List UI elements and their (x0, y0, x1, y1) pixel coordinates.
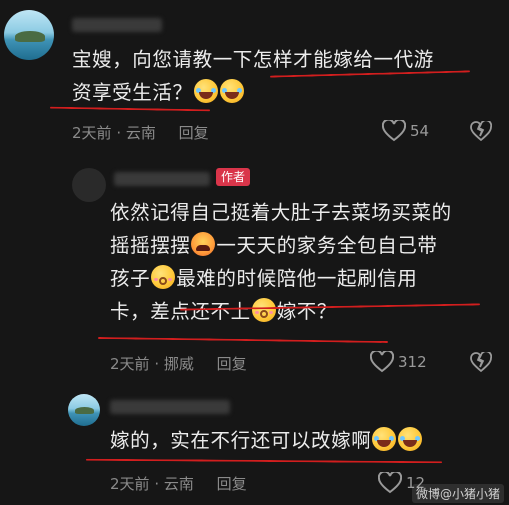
author-badge: 作者 (216, 168, 251, 186)
laughing-crying-emoji (219, 79, 244, 103)
avatar-landscape (15, 31, 45, 42)
laughing-crying-emoji (193, 79, 218, 103)
blurred-username[interactable] (114, 172, 210, 186)
author-avatar[interactable] (72, 168, 106, 202)
comment-line-text: 一天天的家务全包自己带 (216, 234, 438, 257)
broken-heart-icon[interactable] (470, 121, 492, 141)
comment-time: 2天前 (110, 475, 150, 493)
shy-face-emoji (251, 298, 276, 322)
meta-separator: · (154, 475, 164, 493)
red-underline (85, 458, 443, 464)
comment-location: 挪威 (163, 355, 194, 373)
reply-button[interactable]: 回复 (217, 475, 247, 493)
laughing-crying-emoji (372, 427, 397, 451)
blurred-username[interactable] (110, 400, 230, 414)
red-underline (98, 336, 388, 344)
shy-face-emoji (151, 265, 176, 289)
comment-line: 资享受生活？ (72, 76, 434, 109)
comment-line-text: 嫁不？ (276, 300, 338, 323)
comment-line: 宝嫂，向您请教一下怎样才能嫁给一代游 (72, 48, 434, 71)
like-count: 54 (410, 122, 430, 140)
comment-meta: 2天前 · 云南 回复 (110, 473, 247, 494)
commenter-avatar[interactable] (4, 10, 54, 60)
comment-location: 云南 (163, 475, 194, 493)
comment-meta: 2天前 · 云南 回复 (72, 122, 209, 143)
blurred-username[interactable] (72, 18, 162, 32)
laughing-crying-emoji (398, 427, 423, 451)
heart-icon[interactable] (370, 351, 394, 373)
comment-line-text: 孩子 (110, 267, 151, 290)
meta-separator: · (116, 124, 126, 142)
broken-heart-icon[interactable] (470, 352, 492, 372)
comment-line-text: 最难的时候陪他一起刷信用 (176, 267, 418, 290)
angry-face-emoji (191, 232, 216, 256)
watermark: 微博@小猪小猪 (412, 484, 505, 503)
meta-separator: · (154, 355, 164, 373)
comment-line: 嫁的，实在不行还可以改嫁啊 (110, 424, 423, 457)
comment-text: 宝嫂，向您请教一下怎样才能嫁给一代游 资享受生活？ (72, 43, 434, 109)
comment-line: 摇摇摆摆 一天天的家务全包自己带 (110, 229, 452, 262)
heart-icon[interactable] (382, 120, 406, 142)
comment-meta: 2天前 · 挪威 回复 (110, 353, 247, 374)
comment-line-text: 卡，差点还不上 (110, 300, 251, 323)
reply-button[interactable]: 回复 (217, 355, 247, 373)
comment-line-text: 资享受生活？ (72, 81, 193, 104)
avatar-landscape (75, 407, 95, 415)
comment-line-text: 嫁的，实在不行还可以改嫁啊 (110, 429, 372, 452)
comment-line: 孩子 最难的时候陪他一起刷信用 (110, 262, 452, 295)
comment-line-text: 摇摇摆摆 (110, 234, 191, 257)
reply-button[interactable]: 回复 (179, 124, 209, 142)
comment-location: 云南 (125, 124, 156, 142)
commenter-avatar[interactable] (68, 394, 100, 426)
comment-line: 卡，差点还不上 嫁不？ (110, 295, 452, 328)
comment-line: 依然记得自己挺着大肚子去菜场买菜的 (110, 201, 452, 224)
comment-text: 嫁的，实在不行还可以改嫁啊 (110, 424, 423, 457)
like-count: 312 (398, 353, 427, 371)
comment-time: 2天前 (110, 355, 150, 373)
heart-icon[interactable] (378, 472, 402, 494)
comment-time: 2天前 (72, 124, 112, 142)
